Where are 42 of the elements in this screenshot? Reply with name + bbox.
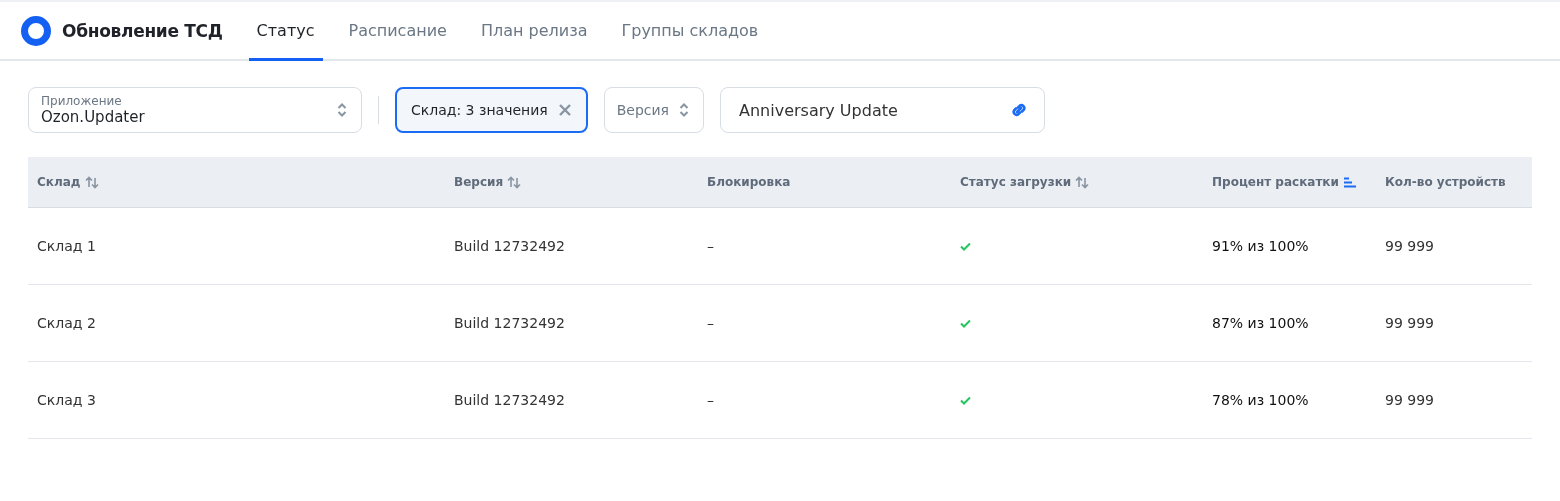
table-cell: Build 12732492 [454, 238, 565, 254]
table-cell: Build 12732492 [454, 392, 565, 408]
table-cell: – [707, 392, 714, 408]
app-title: Обновление ТСД [62, 20, 223, 41]
close-icon[interactable] [557, 103, 572, 117]
link-icon[interactable] [1010, 101, 1029, 119]
table-cell: – [707, 315, 714, 331]
chip-label: Склад: 3 значения [411, 102, 548, 118]
table-cell: 99 999 [1385, 238, 1434, 254]
column-header[interactable]: Блокировка [707, 175, 791, 190]
table-cell: Склад 1 [37, 238, 96, 254]
sort-icon[interactable] [1075, 175, 1090, 189]
table-cell: 91% из 100% [1212, 238, 1309, 254]
sort-icon[interactable] [1342, 176, 1356, 188]
table-cell: – [707, 238, 714, 254]
select-placeholder: Версия [616, 102, 670, 118]
logo-icon [20, 14, 52, 47]
table-cell: Build 12732492 [454, 315, 565, 331]
column-header[interactable]: Версия [454, 175, 504, 190]
filter-chip[interactable]: Склад: 3 значения [395, 87, 588, 133]
field-value: Anniversary Update [739, 100, 898, 120]
table-cell: 87% из 100% [1212, 315, 1309, 331]
chevron-updown-icon [679, 103, 690, 117]
sort-icon[interactable] [84, 175, 99, 189]
release-field[interactable]: Anniversary Update [720, 87, 1046, 133]
select-value: Ozon.Updater [41, 108, 145, 126]
table-cell: 99 999 [1385, 392, 1434, 408]
table-cell: 99 999 [1385, 315, 1434, 331]
nav-tab[interactable]: Расписание [340, 2, 455, 61]
nav-tab[interactable]: Группы складов [613, 2, 767, 61]
table-cell: 78% из 100% [1212, 392, 1309, 408]
column-header[interactable]: Склад [37, 175, 81, 190]
table-cell: Склад 2 [37, 315, 96, 331]
chevron-updown-icon [337, 103, 347, 117]
select-label: Приложение [41, 94, 123, 108]
sort-icon[interactable] [507, 175, 522, 189]
column-header[interactable]: Статус загрузки [960, 175, 1072, 190]
app-select[interactable]: Приложение Ozon.Updater [28, 87, 362, 133]
version-select[interactable]: Версия [603, 87, 705, 133]
nav-tab[interactable]: Статус [248, 2, 323, 61]
table-cell: Склад 3 [37, 392, 96, 408]
nav-tab[interactable]: План релиза [472, 2, 596, 61]
